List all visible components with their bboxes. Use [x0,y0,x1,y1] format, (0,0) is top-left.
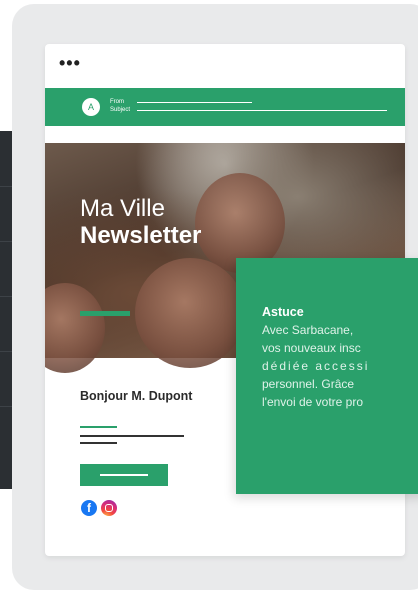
instagram-glyph [105,504,113,512]
instagram-icon[interactable] [101,500,117,516]
tip-title: Astuce [262,305,304,319]
subject-label: Subject [110,107,131,113]
tip-text-line: personnel. Grâce [262,377,355,391]
facebook-glyph: f [87,501,91,515]
hero-face [135,258,245,368]
hero-face [45,283,105,373]
from-label: From [110,99,124,105]
hero-title-line2: Newsletter [80,222,202,249]
tip-text-line: Avec Sarbacane, [262,323,354,337]
text-placeholder-line [80,442,117,444]
tip-text-line: l'envoi de votre pro [262,395,364,409]
facebook-icon[interactable]: f [81,500,97,516]
cta-label-placeholder [100,474,148,476]
subject-line [137,110,387,111]
text-placeholder-line [80,426,117,428]
cta-button[interactable] [80,464,168,486]
greeting-text: Bonjour M. Dupont [80,389,193,403]
text-placeholder-line [80,435,184,437]
avatar-icon: A [82,98,100,116]
hero-accent-bar [80,311,130,316]
more-dots-icon[interactable]: ••• [59,54,81,72]
email-header: A From Subject [45,88,405,126]
tip-callout: Astuce Avec Sarbacane, vos nouveaux insc… [236,258,418,494]
tip-text-line: vos nouveaux insc [262,341,361,355]
hero-title-line1: Ma Ville [80,195,165,222]
from-line [137,102,252,103]
tip-text-line: dédiée accessi [262,359,370,373]
